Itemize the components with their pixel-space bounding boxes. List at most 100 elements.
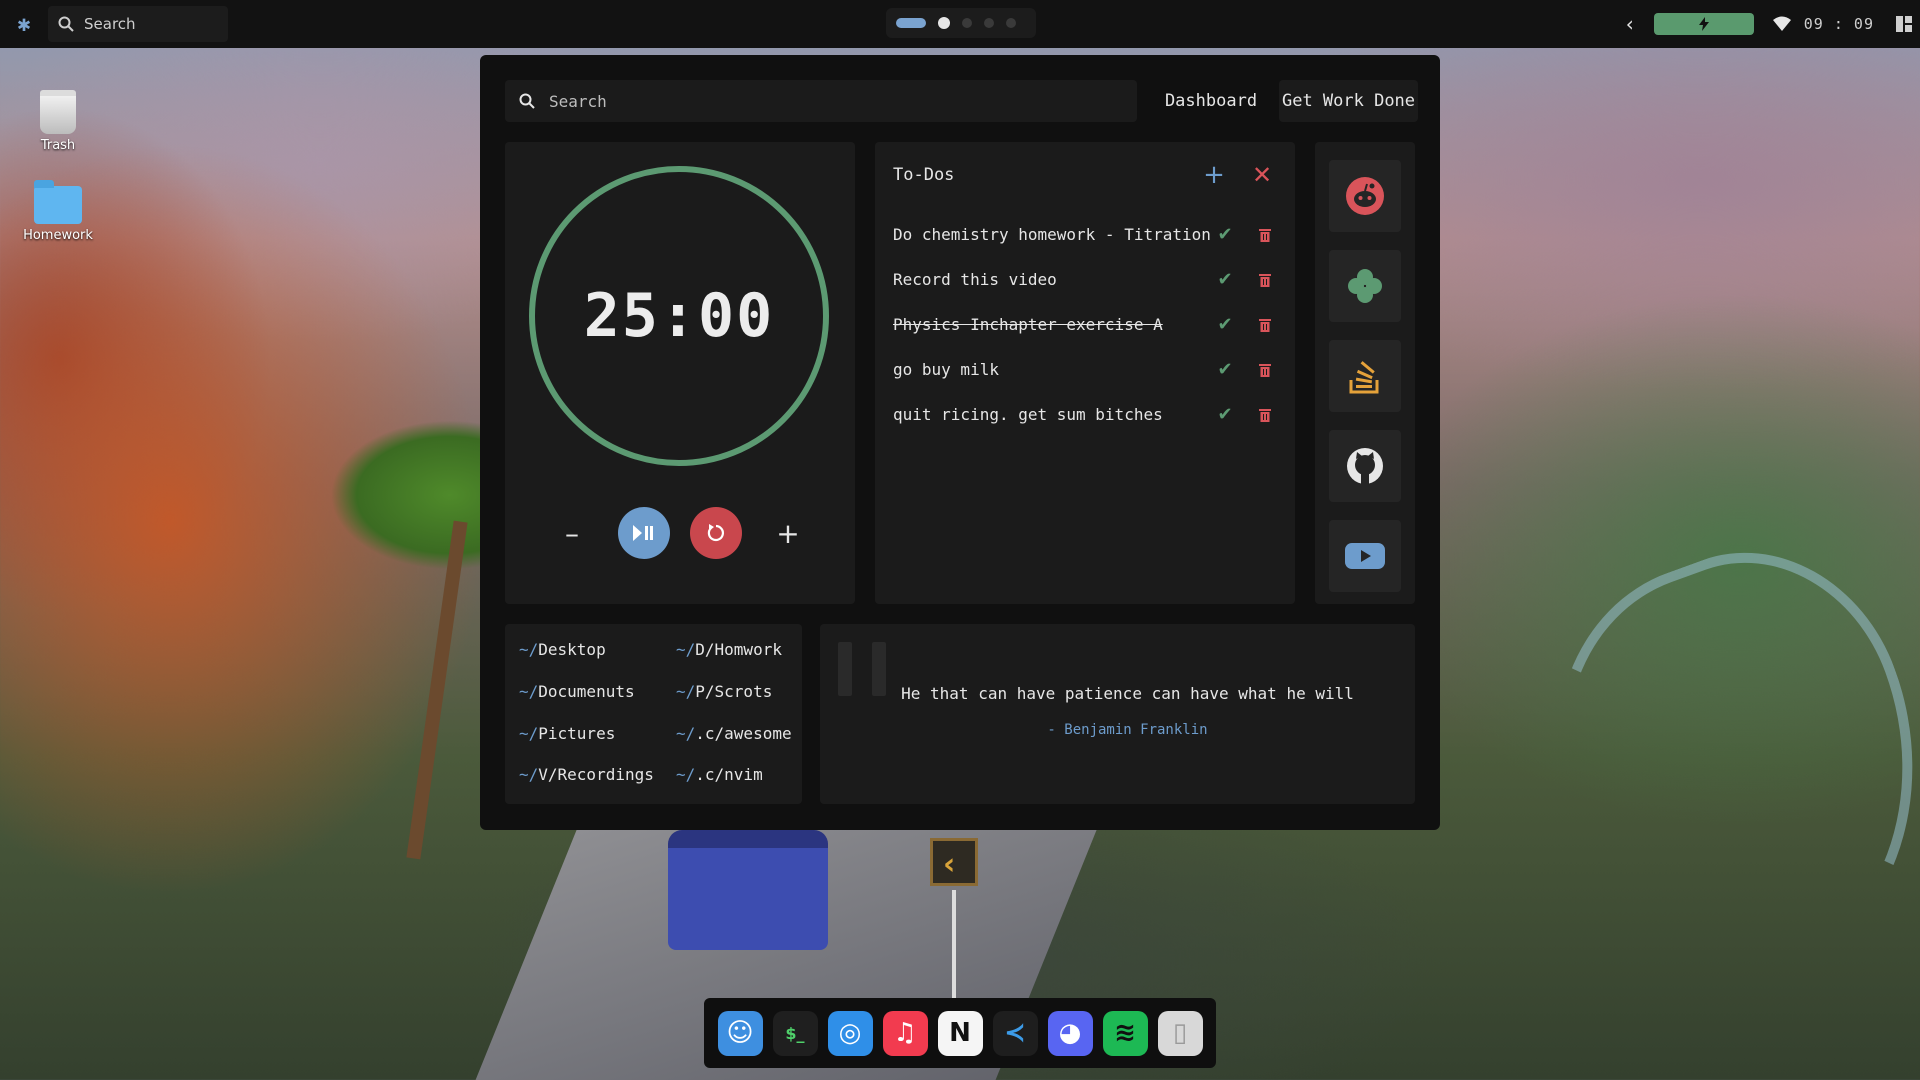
todo-header: To-Dos + ✕ [893, 160, 1277, 190]
battery-indicator[interactable] [1653, 13, 1754, 35]
timer-controls: – + [505, 507, 855, 559]
clover-link[interactable] [1329, 250, 1401, 322]
dir-name: .c/awesome [695, 724, 792, 743]
dir-prefix: ~/ [676, 724, 696, 743]
desktop-trash-label: Trash [40, 138, 76, 153]
spotify-icon[interactable]: ≋ [1102, 1010, 1148, 1056]
top-bar: ✱ Search ‹ 09 : 09 [0, 0, 1920, 48]
notion-icon[interactable]: N [937, 1010, 983, 1056]
dir-link-awesome[interactable]: ~/.c/awesome [676, 724, 792, 743]
workspace-2[interactable] [938, 17, 950, 29]
trash-icon[interactable] [1253, 313, 1277, 337]
trash-icon[interactable]: ▯ [1157, 1010, 1203, 1056]
increase-time-button[interactable]: + [762, 507, 814, 559]
github-link[interactable] [1329, 430, 1401, 502]
todo-text: Do chemistry homework - Titration [893, 225, 1211, 244]
search-placeholder: Search [549, 91, 607, 111]
stackoverflow-link[interactable] [1329, 340, 1401, 412]
desktop-trash[interactable]: Trash [20, 90, 96, 153]
workspace-4[interactable] [984, 18, 994, 28]
safari-icon[interactable]: ◎ [827, 1010, 873, 1056]
dir-link-nvim[interactable]: ~/.c/nvim [676, 765, 763, 784]
play-pause-button[interactable] [618, 507, 670, 559]
wallpaper-road-sign: ‹ [930, 838, 978, 886]
tab-dashboard[interactable]: Dashboard [1156, 80, 1266, 122]
music-icon[interactable]: ♫ [882, 1010, 928, 1056]
todo-text-completed: Physics Inchapter exercise A [893, 315, 1163, 334]
todo-title: To-Dos [893, 165, 955, 185]
todo-text: quit ricing. get sum bitches [893, 405, 1163, 424]
workspace-1[interactable] [896, 18, 926, 28]
todo-item: go buy milk ✔ [893, 347, 1277, 392]
wallpaper-sign-pole [952, 890, 956, 1010]
todo-list: Do chemistry homework - Titration ✔ Reco… [893, 212, 1277, 437]
check-icon[interactable]: ✔ [1213, 268, 1237, 292]
clover-icon [1348, 269, 1382, 303]
dir-prefix: ~/ [519, 640, 539, 659]
terminal-icon[interactable]: $_ [772, 1010, 818, 1056]
discord-icon[interactable]: ◕ [1047, 1010, 1093, 1056]
wallpaper-palm-trunk [406, 520, 468, 860]
timer-ring: 25:00 [529, 166, 829, 466]
dir-name: .c/nvim [695, 765, 763, 784]
stackoverflow-icon [1349, 361, 1379, 394]
check-icon[interactable]: ✔ [1213, 403, 1237, 427]
dir-link-documents[interactable]: ~/Documenuts [519, 682, 635, 701]
dir-name: V/Recordings [538, 765, 654, 784]
check-icon[interactable]: ✔ [1213, 313, 1237, 337]
dir-link-recordings[interactable]: ~/V/Recordings [519, 765, 654, 784]
trash-icon[interactable] [1253, 223, 1277, 247]
reset-timer-button[interactable] [690, 507, 742, 559]
reset-icon [707, 524, 724, 542]
dir-name: Desktop [538, 640, 606, 659]
add-todo-button[interactable]: + [1199, 160, 1229, 190]
dir-prefix: ~/ [519, 765, 539, 784]
play-pause-icon [633, 525, 653, 541]
trash-icon[interactable] [1253, 403, 1277, 427]
dir-name: Pictures [538, 724, 616, 743]
wallpaper-river [1499, 511, 1920, 1029]
vscode-icon[interactable]: ≺ [992, 1010, 1038, 1056]
wallpaper-van [668, 830, 828, 950]
layout-icon[interactable] [1896, 16, 1912, 32]
dir-link-scrots[interactable]: ~/P/Scrots [676, 682, 772, 701]
youtube-link[interactable] [1329, 520, 1401, 592]
dir-prefix: ~/ [519, 724, 539, 743]
workspace-switcher [886, 8, 1036, 38]
finder-icon[interactable]: ☺ [717, 1010, 763, 1056]
directories-panel: ~/Desktop ~/Documenuts ~/Pictures ~/V/Re… [505, 624, 802, 804]
tab-get-work-done[interactable]: Get Work Done [1279, 80, 1418, 122]
wifi-icon[interactable] [1772, 14, 1792, 34]
dir-prefix: ~/ [676, 682, 696, 701]
dashboard-search[interactable]: Search [505, 80, 1137, 122]
dir-link-desktop[interactable]: ~/Desktop [519, 640, 606, 659]
todo-item: Do chemistry homework - Titration ✔ [893, 212, 1277, 257]
workspace-5[interactable] [1006, 18, 1016, 28]
quick-links-panel [1315, 142, 1415, 604]
topbar-search[interactable]: Search [48, 6, 228, 42]
dir-link-homework[interactable]: ~/D/Homwork [676, 640, 782, 659]
trash-icon[interactable] [1253, 268, 1277, 292]
check-icon[interactable]: ✔ [1213, 223, 1237, 247]
decrease-time-button[interactable]: – [546, 507, 598, 559]
dir-prefix: ~/ [519, 682, 539, 701]
reddit-link[interactable] [1329, 160, 1401, 232]
todo-item: Record this video ✔ [893, 257, 1277, 302]
dashboard-window: Search Dashboard Get Work Done 25:00 – +… [480, 55, 1440, 830]
trash-icon [40, 90, 76, 134]
clear-todos-button[interactable]: ✕ [1247, 160, 1277, 190]
todo-item: Physics Inchapter exercise A ✔ [893, 302, 1277, 347]
todo-item: quit ricing. get sum bitches ✔ [893, 392, 1277, 437]
desktop-homework-folder[interactable]: Homework [20, 180, 96, 243]
chevron-left-icon[interactable]: ‹ [1626, 12, 1634, 36]
dir-name: D/Homwork [695, 640, 782, 659]
dir-link-pictures[interactable]: ~/Pictures [519, 724, 615, 743]
todo-panel: To-Dos + ✕ Do chemistry homework - Titra… [875, 142, 1295, 604]
topbar-search-label: Search [84, 15, 136, 33]
bolt-icon [1698, 17, 1709, 31]
gear-icon[interactable]: ✱ [10, 10, 38, 38]
check-icon[interactable]: ✔ [1213, 358, 1237, 382]
search-icon [58, 16, 74, 32]
trash-icon[interactable] [1253, 358, 1277, 382]
workspace-3[interactable] [962, 18, 972, 28]
